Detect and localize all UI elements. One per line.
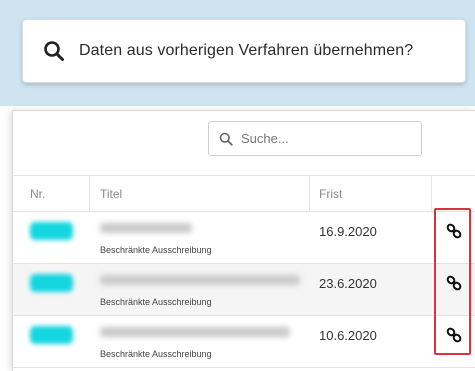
row-frist: 10.6.2020 [319, 328, 377, 343]
redacted-title [100, 275, 300, 285]
import-prompt-banner[interactable]: Daten aus vorherigen Verfahren übernehme… [22, 19, 466, 83]
search-icon [43, 40, 65, 62]
procedures-table: Nr. Titel Frist Beschränkte Ausschreibun… [13, 175, 475, 368]
column-header-frist: Frist [319, 187, 343, 201]
table-row[interactable]: Beschränkte Ausschreibung 16.9.2020 [13, 212, 475, 264]
search-box[interactable] [208, 121, 422, 156]
column-divider [309, 176, 310, 211]
redacted-title [100, 223, 192, 233]
redacted-title [100, 327, 290, 337]
column-header-nr: Nr. [30, 187, 46, 201]
redacted-number [30, 326, 73, 344]
table-header: Nr. Titel Frist [13, 175, 475, 212]
column-divider [89, 176, 90, 211]
search-input[interactable] [241, 131, 411, 146]
redacted-number [30, 274, 73, 292]
row-subtitle: Beschränkte Ausschreibung [100, 245, 212, 255]
row-subtitle: Beschränkte Ausschreibung [100, 297, 212, 307]
link-column-highlight [434, 208, 471, 355]
row-subtitle: Beschränkte Ausschreibung [100, 349, 212, 359]
row-frist: 16.9.2020 [319, 224, 377, 239]
search-icon [219, 132, 233, 146]
table-row[interactable]: Beschränkte Ausschreibung 23.6.2020 [13, 264, 475, 316]
procedures-panel: Nr. Titel Frist Beschränkte Ausschreibun… [12, 110, 475, 371]
column-divider [431, 176, 432, 211]
banner-text: Daten aus vorherigen Verfahren übernehme… [79, 42, 414, 59]
column-header-titel: Titel [100, 187, 123, 201]
table-row[interactable]: Beschränkte Ausschreibung 10.6.2020 [13, 316, 475, 368]
row-frist: 23.6.2020 [319, 276, 377, 291]
redacted-number [30, 222, 73, 240]
